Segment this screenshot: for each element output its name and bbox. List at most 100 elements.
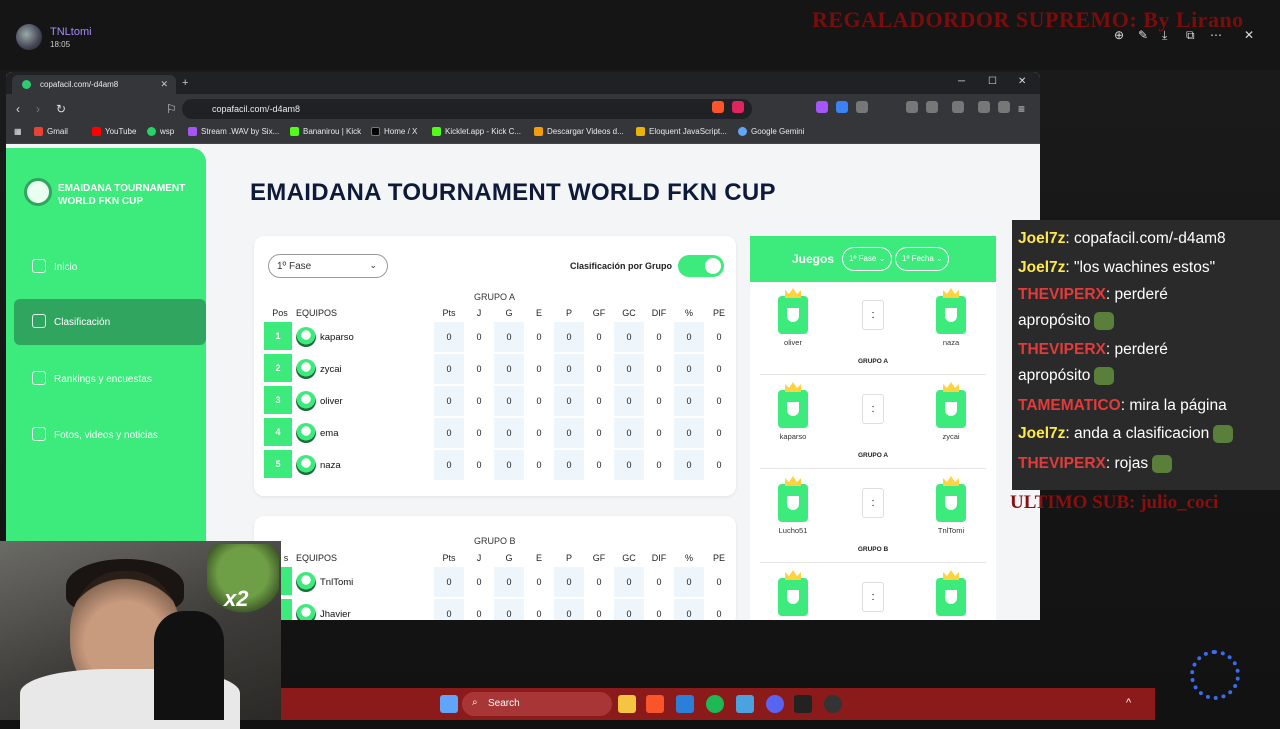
column-header: GF <box>592 553 606 563</box>
brave-icon[interactable] <box>646 695 664 713</box>
apps-grid-icon[interactable]: ▦ <box>14 127 22 136</box>
obs-icon[interactable] <box>824 695 842 713</box>
bookmark-youtube[interactable]: YouTube <box>92 127 136 136</box>
match-card[interactable]: : kaparso zycai GRUPO A <box>750 376 996 470</box>
match-card[interactable]: : Lucho51 TnlTomi GRUPO B <box>750 470 996 564</box>
page-title: EMAIDANA TOURNAMENT WORLD FKN CUP <box>250 179 776 206</box>
sidebar-item-inicio[interactable]: Inicio <box>14 244 206 290</box>
download-icon[interactable]: ⤓ <box>1162 28 1167 43</box>
team-cell[interactable]: TnlTomi <box>296 572 353 592</box>
taskbar-search[interactable]: ⌕ Search <box>462 692 612 716</box>
edit-icon[interactable]: ✎ <box>1138 28 1148 42</box>
photos-icon[interactable] <box>736 695 754 713</box>
bookmark-gmail[interactable]: Gmail <box>34 127 68 136</box>
games-date-select[interactable]: 1º Fecha ⌄ <box>895 247 949 271</box>
chat-message: : perderé <box>1105 341 1168 358</box>
back-icon[interactable]: ‹ <box>16 102 20 116</box>
column-header: DIF <box>651 553 667 563</box>
team-jersey-icon <box>936 578 966 616</box>
sidebar-item-rankings[interactable]: Rankings y encuestas <box>14 356 206 402</box>
url-field[interactable]: copafacil.com/-d4am8 <box>182 99 752 119</box>
sidebar-toggle-icon[interactable] <box>926 101 938 113</box>
new-tab-icon[interactable]: + <box>182 77 188 89</box>
group-toggle[interactable] <box>678 255 724 277</box>
brave-rewards-icon[interactable] <box>732 101 744 113</box>
open-external-icon[interactable]: ⧉ <box>1186 28 1195 43</box>
extension-icon[interactable] <box>816 101 828 113</box>
stat-cell: 0 <box>554 322 584 352</box>
bookmark-bananirou[interactable]: Bananirou | Kick <box>290 127 361 136</box>
zoom-in-icon[interactable]: ⊕ <box>1114 28 1124 42</box>
bookmark-wsp[interactable]: wsp <box>147 127 174 136</box>
team-cell[interactable]: kaparso <box>296 327 354 347</box>
vpn-icon[interactable] <box>998 101 1010 113</box>
team-cell[interactable]: oliver <box>296 391 343 411</box>
standings-card-group-b: GRUPO B s EQUIPOS Pts J G E P GF GC DIF% PE TnlTo… <box>254 516 736 620</box>
sidebar-item-label: Fotos, videos y noticias <box>54 429 158 441</box>
more-icon[interactable]: ⋯ <box>1210 28 1222 42</box>
bookmark-gemini[interactable]: Google Gemini <box>738 127 804 136</box>
chat-line: apropósito <box>1018 367 1115 385</box>
position-badge: 2 <box>264 354 292 382</box>
games-date-value: 1º Fecha <box>902 254 934 263</box>
phase-select[interactable]: 1º Fase ⌄ <box>268 254 388 278</box>
brave-shield-icon[interactable] <box>712 101 724 113</box>
maximize-icon[interactable]: ☐ <box>988 76 997 87</box>
games-phase-select[interactable]: 1º Fase ⌄ <box>842 247 892 271</box>
match-card[interactable]: : <box>750 564 996 620</box>
match-card[interactable]: : oliver naza GRUPO A <box>750 282 996 376</box>
menu-icon[interactable]: ≡ <box>1018 102 1025 116</box>
windows-start-icon[interactable] <box>440 695 458 713</box>
forward-icon[interactable]: › <box>36 102 40 116</box>
stat-cell: 0 <box>494 418 524 448</box>
team-jersey-icon <box>936 296 966 334</box>
stat-cell: 0 <box>536 396 542 406</box>
bookmark-icon[interactable]: ⚐ <box>166 102 177 116</box>
bookmark-kicklet[interactable]: Kicklet.app - Kick C... <box>432 127 521 136</box>
close-icon[interactable]: ✕ <box>1244 28 1254 42</box>
match-group: GRUPO A <box>857 452 889 459</box>
chat-message: : perderé <box>1105 286 1168 303</box>
team-cell[interactable]: ema <box>296 423 338 443</box>
bookmark-label: Bananirou | Kick <box>303 127 362 136</box>
stat-cell: 0 <box>614 450 644 480</box>
team-cell[interactable]: zycai <box>296 359 342 379</box>
reload-icon[interactable]: ↻ <box>56 102 66 116</box>
epic-games-icon[interactable] <box>794 695 812 713</box>
sidebar-item-clasificacion[interactable]: Clasificación <box>14 299 206 345</box>
sidebar-item-label: Clasificación <box>54 316 111 328</box>
minimize-icon[interactable]: ─ <box>958 76 965 87</box>
bookmark-stream-wav[interactable]: Stream .WAV by Six... <box>188 127 279 136</box>
group-title: GRUPO A <box>474 292 516 302</box>
browser-tab[interactable]: copafacil.com/-d4am8 ✕ <box>12 75 176 94</box>
stat-cell: 0 <box>536 428 542 438</box>
bookmark-descargar[interactable]: Descargar Videos d... <box>534 127 624 136</box>
discord-icon[interactable] <box>766 695 784 713</box>
spotify-icon[interactable] <box>706 695 724 713</box>
file-explorer-icon[interactable] <box>618 695 636 713</box>
wallet-icon[interactable] <box>952 101 964 113</box>
window-close-icon[interactable]: ✕ <box>1018 76 1026 87</box>
emote-multiplier: x2 <box>224 586 249 611</box>
chevron-up-icon[interactable]: ^ <box>1126 697 1131 709</box>
team-cell[interactable]: Jhavier <box>296 604 351 620</box>
home-icon <box>32 259 46 273</box>
ai-icon[interactable] <box>978 101 990 113</box>
tab-close-icon[interactable]: ✕ <box>160 79 168 90</box>
tab-title: copafacil.com/-d4am8 <box>40 80 119 89</box>
bookmark-x[interactable]: Home / X <box>371 127 417 136</box>
team-cell[interactable]: naza <box>296 455 341 475</box>
divider <box>760 468 986 469</box>
sidebar-item-fotos[interactable]: Fotos, videos y noticias <box>14 412 206 458</box>
emote-icon <box>1213 425 1234 443</box>
away-team-name: zycai <box>942 432 960 441</box>
vscode-icon[interactable] <box>676 695 694 713</box>
extensions-puzzle-icon[interactable] <box>856 101 868 113</box>
chat-username: THEVIPERX <box>1018 286 1106 303</box>
emote-icon <box>1094 367 1115 385</box>
bookmark-eloquent[interactable]: Eloquent JavaScript... <box>636 127 727 136</box>
team-badge-icon <box>296 391 316 411</box>
music-icon[interactable] <box>906 101 918 113</box>
stat-cell: 0 <box>716 428 722 438</box>
extension-icon[interactable] <box>836 101 848 113</box>
